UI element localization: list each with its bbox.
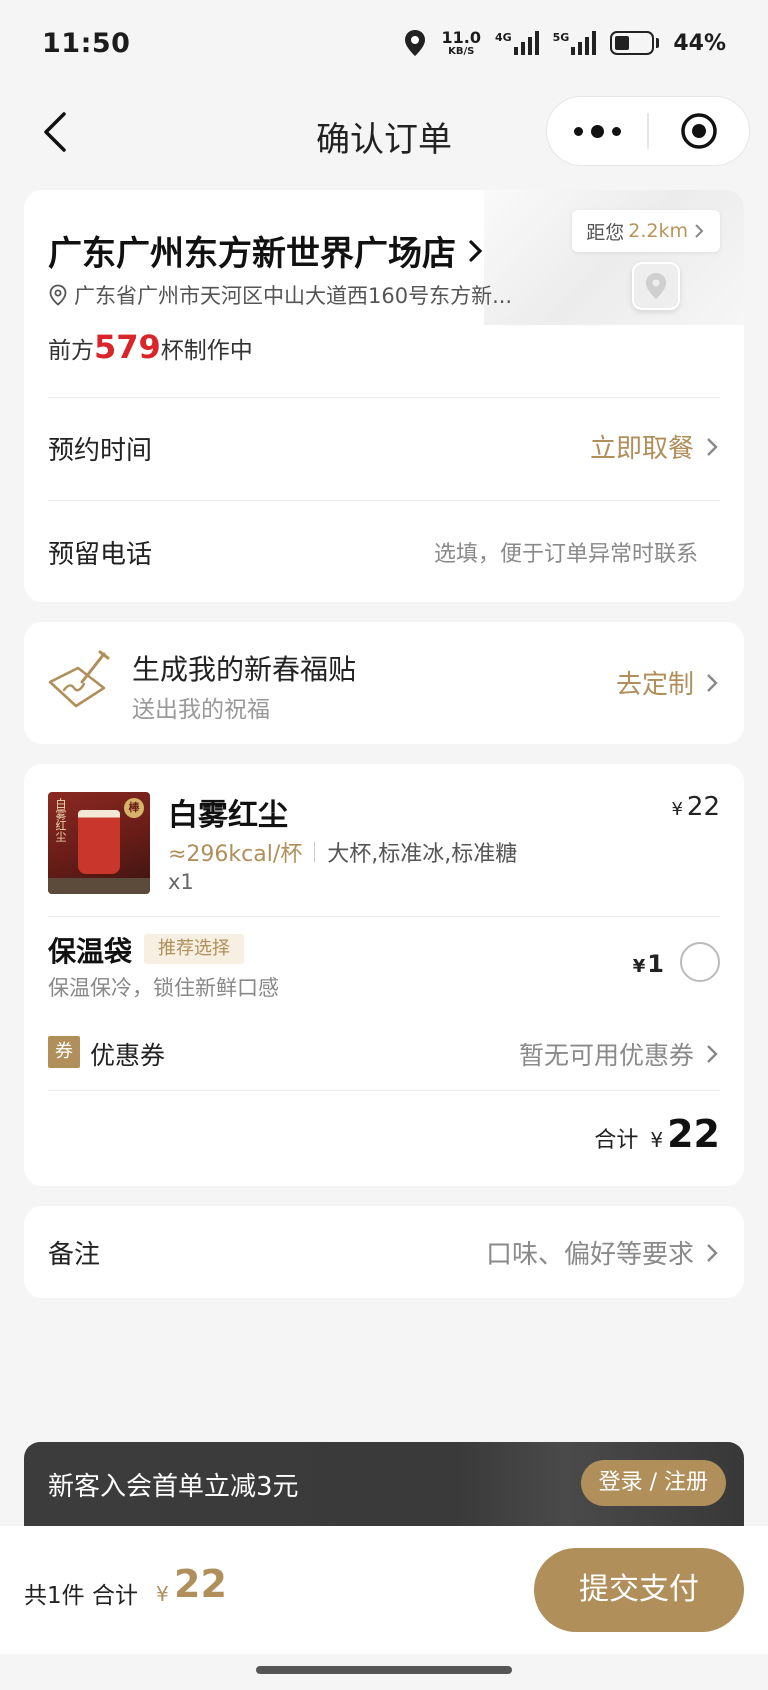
status-time: 11:50	[42, 27, 131, 59]
signal-5g-icon: 5G	[553, 31, 597, 55]
product-price: ¥22	[671, 792, 720, 822]
remark-input[interactable]: 口味、偏好等要求	[486, 1234, 720, 1271]
queue-count: 579	[94, 328, 161, 366]
remark-card[interactable]: 备注 口味、偏好等要求	[24, 1206, 744, 1298]
queue-status: 前方579杯制作中	[48, 328, 253, 366]
signal-4g-icon: 4G	[495, 31, 539, 55]
coupon-selector[interactable]: 暂无可用优惠券	[519, 1036, 720, 1072]
bag-price: ¥1	[632, 950, 664, 978]
map-pin-icon	[632, 262, 680, 310]
promo-banner: 新客入会首单立减3元 登录 / 注册	[24, 1442, 744, 1526]
coupon-value: 暂无可用优惠券	[518, 1041, 694, 1070]
submit-payment-button[interactable]: 提交支付	[534, 1548, 744, 1632]
brush-paper-icon	[48, 650, 110, 708]
reserve-time-value: 立即取餐	[589, 434, 694, 464]
distance-value: 2.2km	[628, 220, 688, 242]
chevron-right-icon	[707, 437, 718, 456]
coupon-label: 优惠券	[90, 1041, 166, 1070]
subtotal-amount: 22	[667, 1112, 720, 1156]
promo-text: 新客入会首单立减3元	[48, 1472, 299, 1502]
remark-label: 备注	[48, 1240, 101, 1270]
subtotal: 合计 ¥ 22	[594, 1112, 720, 1156]
divider	[48, 916, 720, 917]
product-options: 大杯,标准冰,标准糖	[327, 842, 518, 867]
phone-input[interactable]: 选填，便于订单异常时联系	[434, 536, 698, 568]
order-items-card: 白雾红尘 棒 白雾红尘 ¥22 ≈296kcal/杯 大杯,标准冰,标准糖 x1…	[24, 764, 744, 1186]
blessing-card[interactable]: 生成我的新春福贴 送出我的祝福 去定制	[24, 622, 744, 744]
phone-label: 预留电话	[48, 540, 153, 570]
target-icon	[681, 113, 717, 149]
product-spec: ≈296kcal/杯 大杯,标准冰,标准糖	[168, 836, 517, 868]
location-outline-icon	[49, 284, 67, 306]
phone-placeholder: 选填，便于订单异常时联系	[433, 542, 698, 567]
chevron-right-icon	[695, 224, 704, 238]
product-qty: x1	[168, 870, 194, 894]
nav-bar: 确认订单	[0, 92, 768, 172]
store-address: 广东省广州市天河区中山大道西160号东方新...	[48, 280, 512, 310]
product-image: 白雾红尘 棒	[48, 792, 150, 894]
status-bar: 11:50 11.0 KB/S 4G 5G 44%	[0, 0, 768, 86]
location-icon	[405, 30, 426, 56]
product-badge: 棒	[124, 798, 144, 818]
net-speed: 11.0 KB/S	[441, 27, 481, 57]
total-currency: ¥	[156, 1582, 169, 1606]
blessing-subtitle: 送出我的祝福	[132, 697, 270, 723]
home-indicator[interactable]	[256, 1666, 512, 1674]
chevron-right-icon	[707, 1045, 718, 1063]
login-register-button[interactable]: 登录 / 注册	[580, 1460, 726, 1506]
bag-desc: 保温保冷，锁住新鲜口感	[48, 976, 279, 1000]
blessing-title: 生成我的新春福贴	[132, 653, 357, 686]
product-name: 白雾红尘	[168, 798, 288, 833]
store-card: 距您 2.2km 广东广州东方新世界广场店 广东省广州市天河区中山大道西160号东…	[24, 190, 744, 602]
total-amount: 22	[174, 1562, 227, 1606]
divider	[48, 397, 720, 398]
recommend-tag: 推荐选择	[144, 934, 244, 964]
more-menu-button[interactable]	[547, 124, 647, 138]
customize-button[interactable]: 去定制	[616, 664, 720, 701]
bag-name: 保温袋	[48, 935, 133, 968]
divider	[48, 1090, 720, 1091]
close-mini-program-button[interactable]	[649, 111, 749, 151]
reserve-time-selector[interactable]: 立即取餐	[590, 428, 720, 465]
checkout-bar: 共1件 合计 ¥ 22 提交支付	[0, 1526, 768, 1654]
product-kcal: ≈296kcal/杯	[168, 842, 303, 867]
battery-percent: 44%	[673, 30, 726, 56]
coupon-icon: 券	[48, 1036, 80, 1068]
status-icons: 11.0 KB/S 4G 5G 44%	[403, 29, 726, 57]
reserve-time-label: 预约时间	[48, 436, 153, 466]
divider	[48, 500, 720, 501]
chevron-right-icon	[707, 673, 718, 692]
remark-placeholder: 口味、偏好等要求	[485, 1240, 694, 1270]
item-count-total-label: 共1件 合计	[24, 1583, 138, 1609]
chevron-right-icon	[469, 239, 483, 262]
battery-icon	[610, 31, 660, 55]
store-name[interactable]: 广东广州东方新世界广场店	[48, 226, 486, 275]
chevron-right-icon	[707, 1243, 718, 1262]
bag-select-radio[interactable]	[680, 942, 720, 982]
distance-pill[interactable]: 距您 2.2km	[572, 210, 720, 252]
mini-program-capsule	[546, 96, 750, 166]
